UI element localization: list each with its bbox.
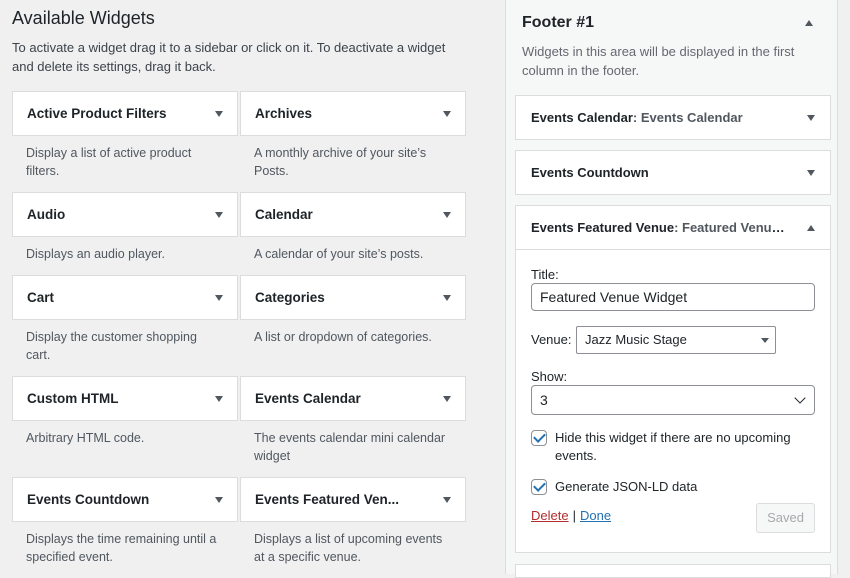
- widget-calendar[interactable]: Calendar A calendar of your site’s posts…: [240, 192, 466, 263]
- triangle-down-icon[interactable]: [807, 114, 815, 121]
- hide-if-no-events-checkbox[interactable]: [531, 430, 547, 446]
- widget-events-countdown[interactable]: Events Countdown Displays the time remai…: [12, 477, 238, 566]
- widget-description: A monthly archive of your site’s Posts.: [254, 146, 427, 178]
- widget-header[interactable]: Cart: [12, 275, 238, 320]
- widget-description: Display a list of active product filters…: [26, 146, 192, 178]
- widget-header[interactable]: Events Calendar: [240, 376, 466, 421]
- checkmark-icon: [533, 430, 546, 443]
- widget-description: Display the customer shopping cart.: [26, 330, 197, 362]
- show-label: Show:: [531, 369, 568, 384]
- sidebar-widget-events-calendar[interactable]: Events Calendar: Events Calendar: [515, 95, 831, 140]
- triangle-down-icon[interactable]: [215, 395, 223, 402]
- widget-instance-title: : Featured Venue...: [674, 220, 786, 235]
- widget-header[interactable]: Events Featured Ven...: [240, 477, 466, 522]
- footer-sidebar-panel: Footer #1 Widgets in this area will be d…: [505, 0, 838, 578]
- widget-archives[interactable]: Archives A monthly archive of your site’…: [240, 91, 466, 180]
- widget-title: Events Calendar: Events Calendar: [531, 110, 743, 125]
- generate-jsonld-label[interactable]: Generate JSON-LD data: [555, 478, 697, 496]
- sidebar-header[interactable]: Footer #1 Widgets in this area will be d…: [506, 0, 837, 90]
- triangle-down-icon[interactable]: [215, 294, 223, 301]
- widget-title: Archives: [255, 106, 313, 121]
- delete-link[interactable]: Delete: [531, 508, 569, 523]
- widget-title: Events Countdown: [27, 492, 150, 507]
- triangle-down-icon[interactable]: [215, 496, 223, 503]
- widget-title: Events Featured Ven...: [255, 492, 400, 507]
- widget-header[interactable]: Categories: [240, 275, 466, 320]
- widget-control-actions: Delete | Done: [531, 508, 611, 523]
- widget-title: Custom HTML: [27, 391, 119, 406]
- generate-jsonld-checkbox[interactable]: [531, 479, 547, 495]
- widget-header[interactable]: Calendar: [240, 192, 466, 237]
- hide-if-no-events-label[interactable]: Hide this widget if there are no upcomin…: [555, 429, 821, 465]
- triangle-down-icon[interactable]: [443, 496, 451, 503]
- widget-header[interactable]: Events Featured Venue: Featured Venue...: [516, 206, 830, 249]
- separator: |: [572, 508, 576, 523]
- available-widgets-panel: Available Widgets To activate a widget d…: [0, 0, 470, 574]
- triangle-down-icon[interactable]: [443, 294, 451, 301]
- widget-description: The events calendar mini calendar widget: [254, 431, 446, 463]
- widget-description: A calendar of your site’s posts.: [254, 247, 424, 261]
- title-label: Title:: [531, 267, 559, 282]
- done-link[interactable]: Done: [580, 508, 611, 523]
- widget-description: Arbitrary HTML code.: [26, 431, 145, 445]
- triangle-down-icon[interactable]: [443, 110, 451, 117]
- available-widgets-title: Available Widgets: [12, 8, 155, 28]
- widget-description: Displays a list of upcoming events at a …: [254, 532, 443, 564]
- widget-header[interactable]: Events Countdown: [12, 477, 238, 522]
- widget-events-featured-venue[interactable]: Events Featured Ven... Displays a list o…: [240, 477, 466, 566]
- widget-header[interactable]: Custom HTML: [12, 376, 238, 421]
- sidebar-widget-next[interactable]: [515, 564, 831, 578]
- venue-select[interactable]: Jazz Music Stage: [576, 326, 776, 354]
- triangle-up-icon[interactable]: [805, 20, 813, 26]
- widget-title: Audio: [27, 207, 66, 222]
- triangle-down-icon[interactable]: [215, 110, 223, 117]
- sidebar-widget-events-featured-venue[interactable]: Events Featured Venue: Featured Venue...…: [515, 205, 831, 553]
- widget-title: Active Product Filters: [27, 106, 167, 121]
- sidebar-widget-events-countdown[interactable]: Events Countdown: [515, 150, 831, 195]
- widget-active-product-filters[interactable]: Active Product Filters Display a list of…: [12, 91, 238, 180]
- sidebar-description: Widgets in this area will be displayed i…: [522, 44, 795, 78]
- triangle-down-icon[interactable]: [215, 211, 223, 218]
- widget-audio[interactable]: Audio Displays an audio player.: [12, 192, 238, 263]
- triangle-up-icon[interactable]: [807, 224, 815, 231]
- triangle-down-icon: [761, 338, 769, 343]
- hide-if-no-events-row: Hide this widget if there are no upcomin…: [531, 429, 821, 465]
- widget-header[interactable]: Events Calendar: Events Calendar: [516, 96, 830, 139]
- widget-description: Displays an audio player.: [26, 247, 165, 261]
- triangle-down-icon[interactable]: [807, 169, 815, 176]
- widget-events-calendar[interactable]: Events Calendar The events calendar mini…: [240, 376, 466, 465]
- widget-title: Calendar: [255, 207, 313, 222]
- widget-title: Events Calendar: [255, 391, 361, 406]
- title-input[interactable]: Featured Venue Widget: [531, 283, 815, 311]
- widget-title: Events Countdown: [531, 165, 649, 180]
- venue-label: Venue:: [531, 332, 572, 347]
- widget-header[interactable]: Active Product Filters: [12, 91, 238, 136]
- sidebar-title: Footer #1: [522, 14, 595, 31]
- widget-categories[interactable]: Categories A list or dropdown of categor…: [240, 275, 466, 346]
- widget-header[interactable]: Audio: [12, 192, 238, 237]
- widget-title: Cart: [27, 290, 55, 305]
- show-select[interactable]: 3: [531, 385, 815, 415]
- widget-title: Categories: [255, 290, 325, 305]
- widget-cart[interactable]: Cart Display the customer shopping cart.: [12, 275, 238, 364]
- triangle-down-icon[interactable]: [443, 211, 451, 218]
- checkmark-icon: [533, 479, 546, 492]
- available-widgets-description: To activate a widget drag it to a sideba…: [12, 40, 446, 74]
- widget-header[interactable]: Archives: [240, 91, 466, 136]
- widget-description: A list or dropdown of categories.: [254, 330, 432, 344]
- widget-description: Displays the time remaining until a spec…: [26, 532, 217, 564]
- generate-jsonld-row: Generate JSON-LD data: [531, 478, 821, 496]
- show-selected-value: 3: [540, 392, 548, 408]
- triangle-down-icon[interactable]: [443, 395, 451, 402]
- chevron-down-icon: [794, 392, 806, 404]
- widget-header[interactable]: Events Countdown: [516, 151, 830, 194]
- venue-selected-value: Jazz Music Stage: [585, 332, 687, 347]
- widget-title: Events Featured Venue: Featured Venue...: [531, 220, 786, 235]
- widget-custom-html[interactable]: Custom HTML Arbitrary HTML code.: [12, 376, 238, 447]
- saved-button[interactable]: Saved: [756, 503, 815, 533]
- widget-instance-title: : Events Calendar: [632, 110, 743, 125]
- widget-form: Title: Featured Venue Widget Venue: Jazz…: [516, 249, 830, 552]
